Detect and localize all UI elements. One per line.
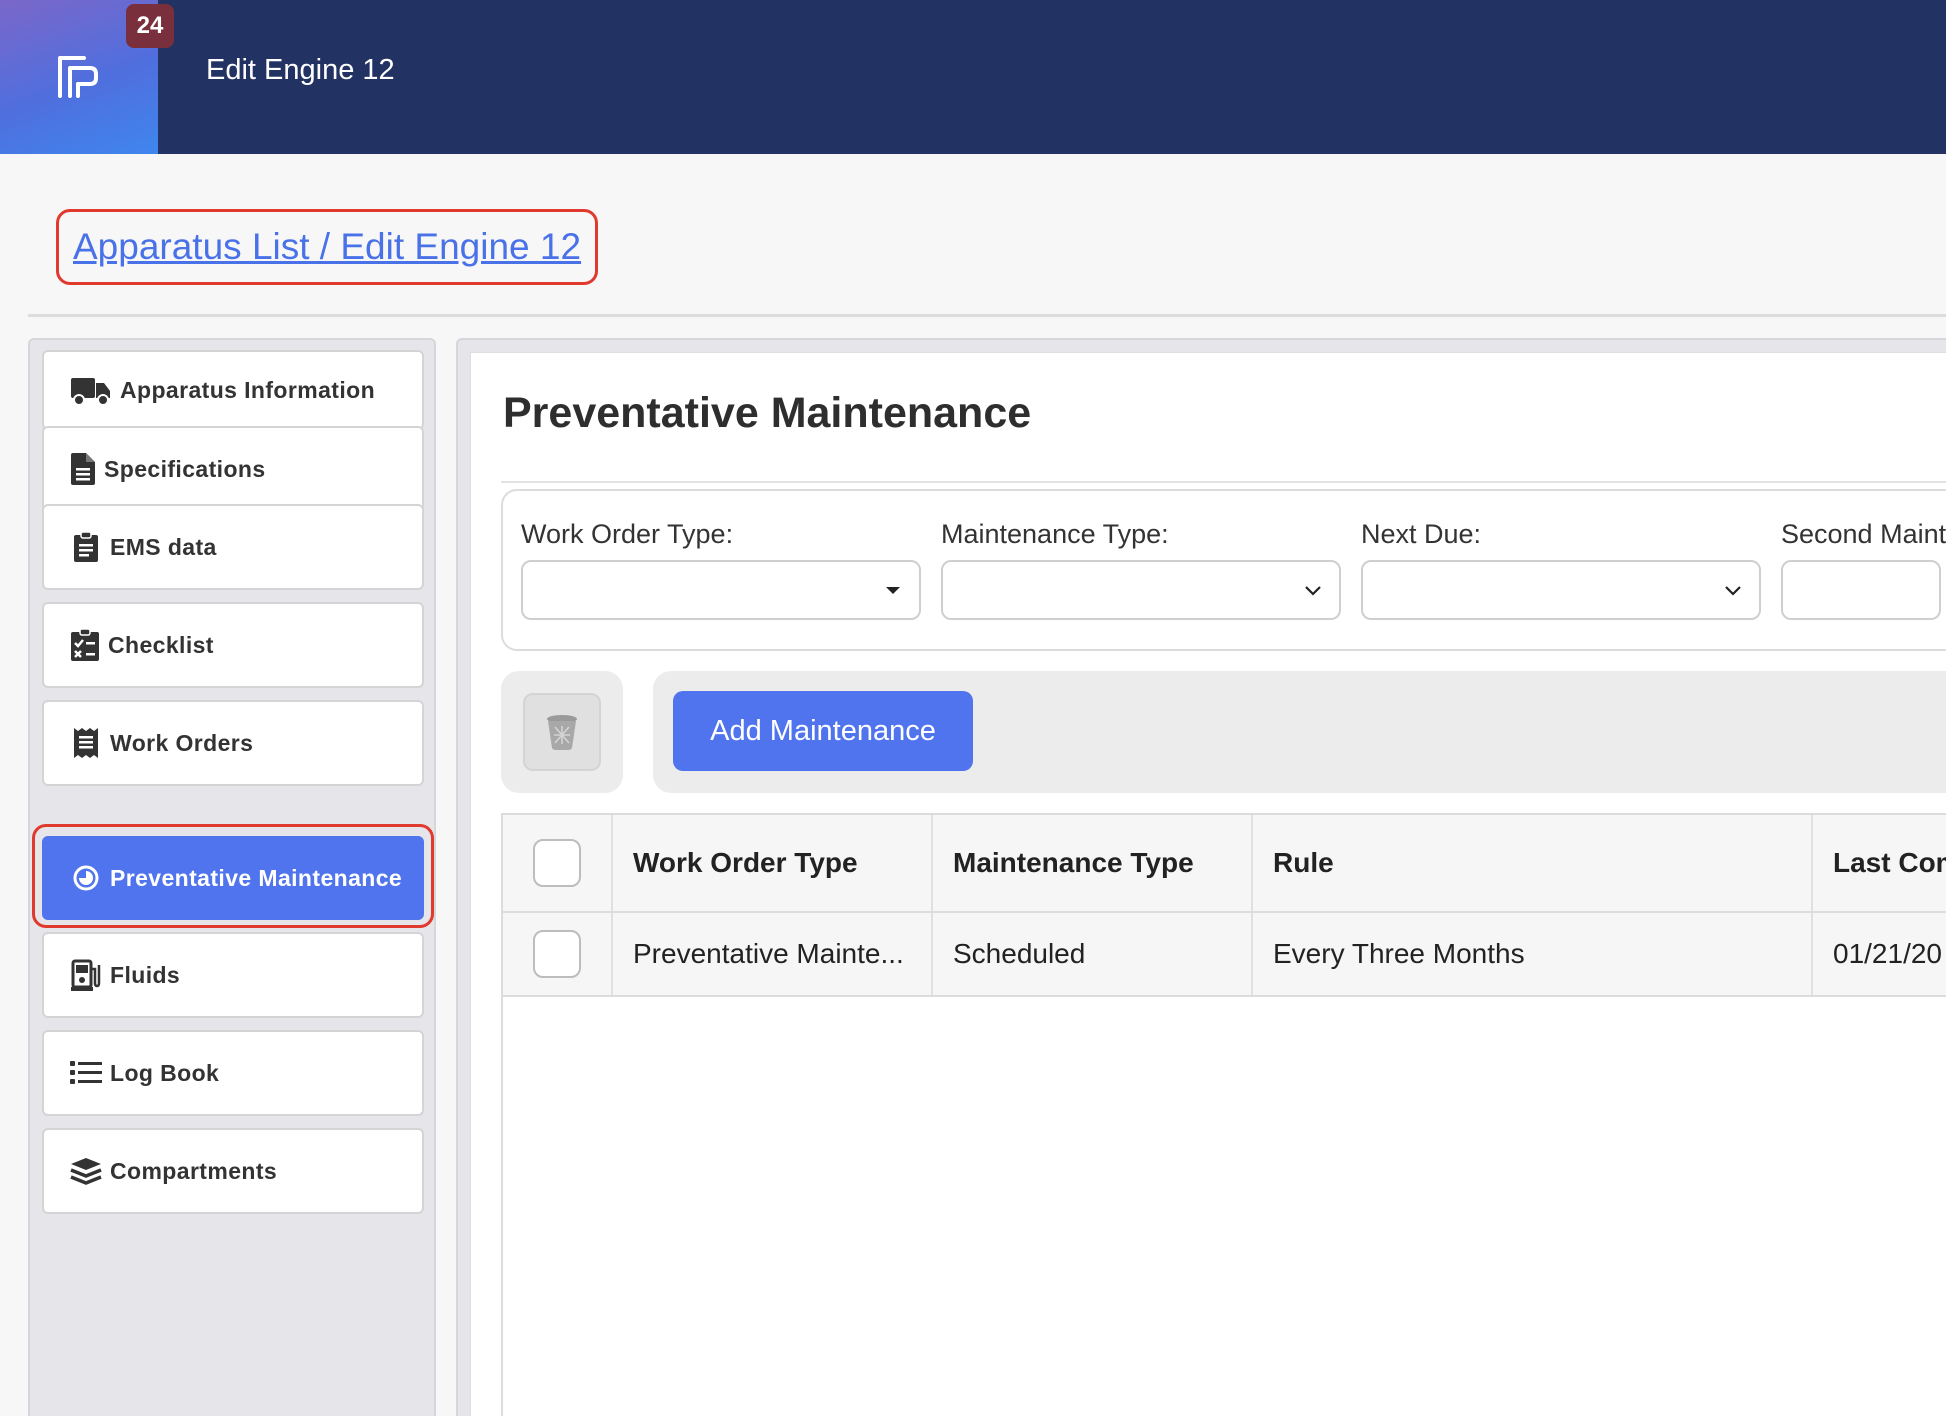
clock-icon <box>70 862 102 894</box>
chevron-down-icon <box>1305 586 1321 596</box>
row-checkbox[interactable] <box>533 930 581 978</box>
chevron-down-icon <box>1725 586 1741 596</box>
toolbar: Add Maintenance <box>653 671 1946 793</box>
divider <box>28 314 1946 317</box>
select-all-cell <box>503 815 613 911</box>
document-icon <box>70 453 96 485</box>
filter-work-order-type: Work Order Type: <box>521 519 921 620</box>
table-header: Work Order Type Maintenance Type Rule La… <box>503 815 1946 913</box>
trash-icon <box>547 715 577 750</box>
sidebar-item-log-book[interactable]: Log Book <box>42 1030 424 1116</box>
next-due-select[interactable] <box>1361 560 1761 620</box>
table-row[interactable]: Preventative Mainte... Scheduled Every T… <box>503 913 1946 997</box>
sidebar-item-label: Work Orders <box>110 729 254 756</box>
sidebar-item-label: Compartments <box>110 1157 278 1184</box>
top-bar: 24 Edit Engine 12 <box>0 0 1946 154</box>
page-header-title: Edit Engine 12 <box>206 54 395 86</box>
sidebar-item-preventative-maintenance[interactable]: Preventative Maintenance <box>42 836 424 920</box>
sidebar-item-specifications[interactable]: Specifications <box>42 426 424 512</box>
table-cell: 01/21/20 <box>1833 938 1942 969</box>
filter-label: Second Mainte <box>1781 519 1946 549</box>
page-title: Preventative Maintenance <box>503 389 1032 437</box>
sidebar-item-label: EMS data <box>110 533 217 560</box>
list-icon <box>70 1057 102 1089</box>
select-all-checkbox[interactable] <box>533 839 581 887</box>
column-header[interactable]: Last Com <box>1813 815 1946 911</box>
notification-badge[interactable]: 24 <box>126 4 174 48</box>
sidebar-item-ems-data[interactable]: EMS data <box>42 504 424 590</box>
caret-down-icon <box>886 587 900 594</box>
sidebar-item-label: Specifications <box>104 455 266 482</box>
second-maintenance-select[interactable] <box>1781 560 1941 620</box>
maintenance-table: Work Order Type Maintenance Type Rule La… <box>501 813 1946 1416</box>
sidebar-item-checklist[interactable]: Checklist <box>42 602 424 688</box>
add-maintenance-button[interactable]: Add Maintenance <box>673 691 973 771</box>
main-panel: Preventative Maintenance Work Order Type… <box>456 338 1946 1416</box>
row-select-cell <box>503 913 613 995</box>
clipboard-check-icon <box>70 629 100 661</box>
filter-second-maintenance: Second Mainte <box>1781 519 1946 620</box>
column-header[interactable]: Maintenance Type <box>933 815 1253 911</box>
sidebar-item-label: Apparatus Information <box>120 376 376 403</box>
delete-button-wrap <box>501 671 623 793</box>
breadcrumb-link[interactable]: Apparatus List / Edit Engine 12 <box>73 226 581 268</box>
layers-icon <box>70 1155 102 1187</box>
breadcrumb: Apparatus List / Edit Engine 12 <box>56 209 599 285</box>
sidebar-item-work-orders[interactable]: Work Orders <box>42 700 424 786</box>
sidebar-item-label: Preventative Maintenance <box>110 864 403 891</box>
sidebar-item-label: Checklist <box>108 631 214 658</box>
filter-label: Work Order Type: <box>521 519 734 549</box>
truck-icon <box>70 374 112 406</box>
content-card: Preventative Maintenance Work Order Type… <box>470 352 1946 1416</box>
sidebar-item-label: Log Book <box>110 1059 220 1086</box>
column-header[interactable]: Work Order Type <box>613 815 933 911</box>
table-cell: Every Three Months <box>1253 913 1813 995</box>
filter-label: Next Due: <box>1361 519 1482 549</box>
work-order-type-select[interactable] <box>521 560 921 620</box>
column-header[interactable]: Rule <box>1253 815 1813 911</box>
table-cell: Scheduled <box>933 913 1253 995</box>
title-divider <box>501 481 1946 483</box>
table-cell: Preventative Mainte... <box>613 913 933 995</box>
delete-button[interactable] <box>523 693 601 771</box>
sidebar-item-apparatus-information[interactable]: Apparatus Information <box>42 350 424 430</box>
gas-pump-icon <box>70 959 102 991</box>
filter-panel: Work Order Type: Maintenance Type: Next … <box>501 489 1946 651</box>
receipt-icon <box>70 727 102 759</box>
sidebar-item-compartments[interactable]: Compartments <box>42 1128 424 1214</box>
maintenance-type-select[interactable] <box>941 560 1341 620</box>
filter-maintenance-type: Maintenance Type: <box>941 519 1341 620</box>
sidebar-item-label: Fluids <box>110 961 181 988</box>
sidebar: Apparatus Information Specifications EMS… <box>28 338 436 1416</box>
sidebar-item-fluids[interactable]: Fluids <box>42 932 424 1018</box>
clipboard-icon <box>70 531 102 563</box>
filter-label: Maintenance Type: <box>941 519 1169 549</box>
filter-next-due: Next Due: <box>1361 519 1761 620</box>
logo-icon <box>58 56 98 98</box>
